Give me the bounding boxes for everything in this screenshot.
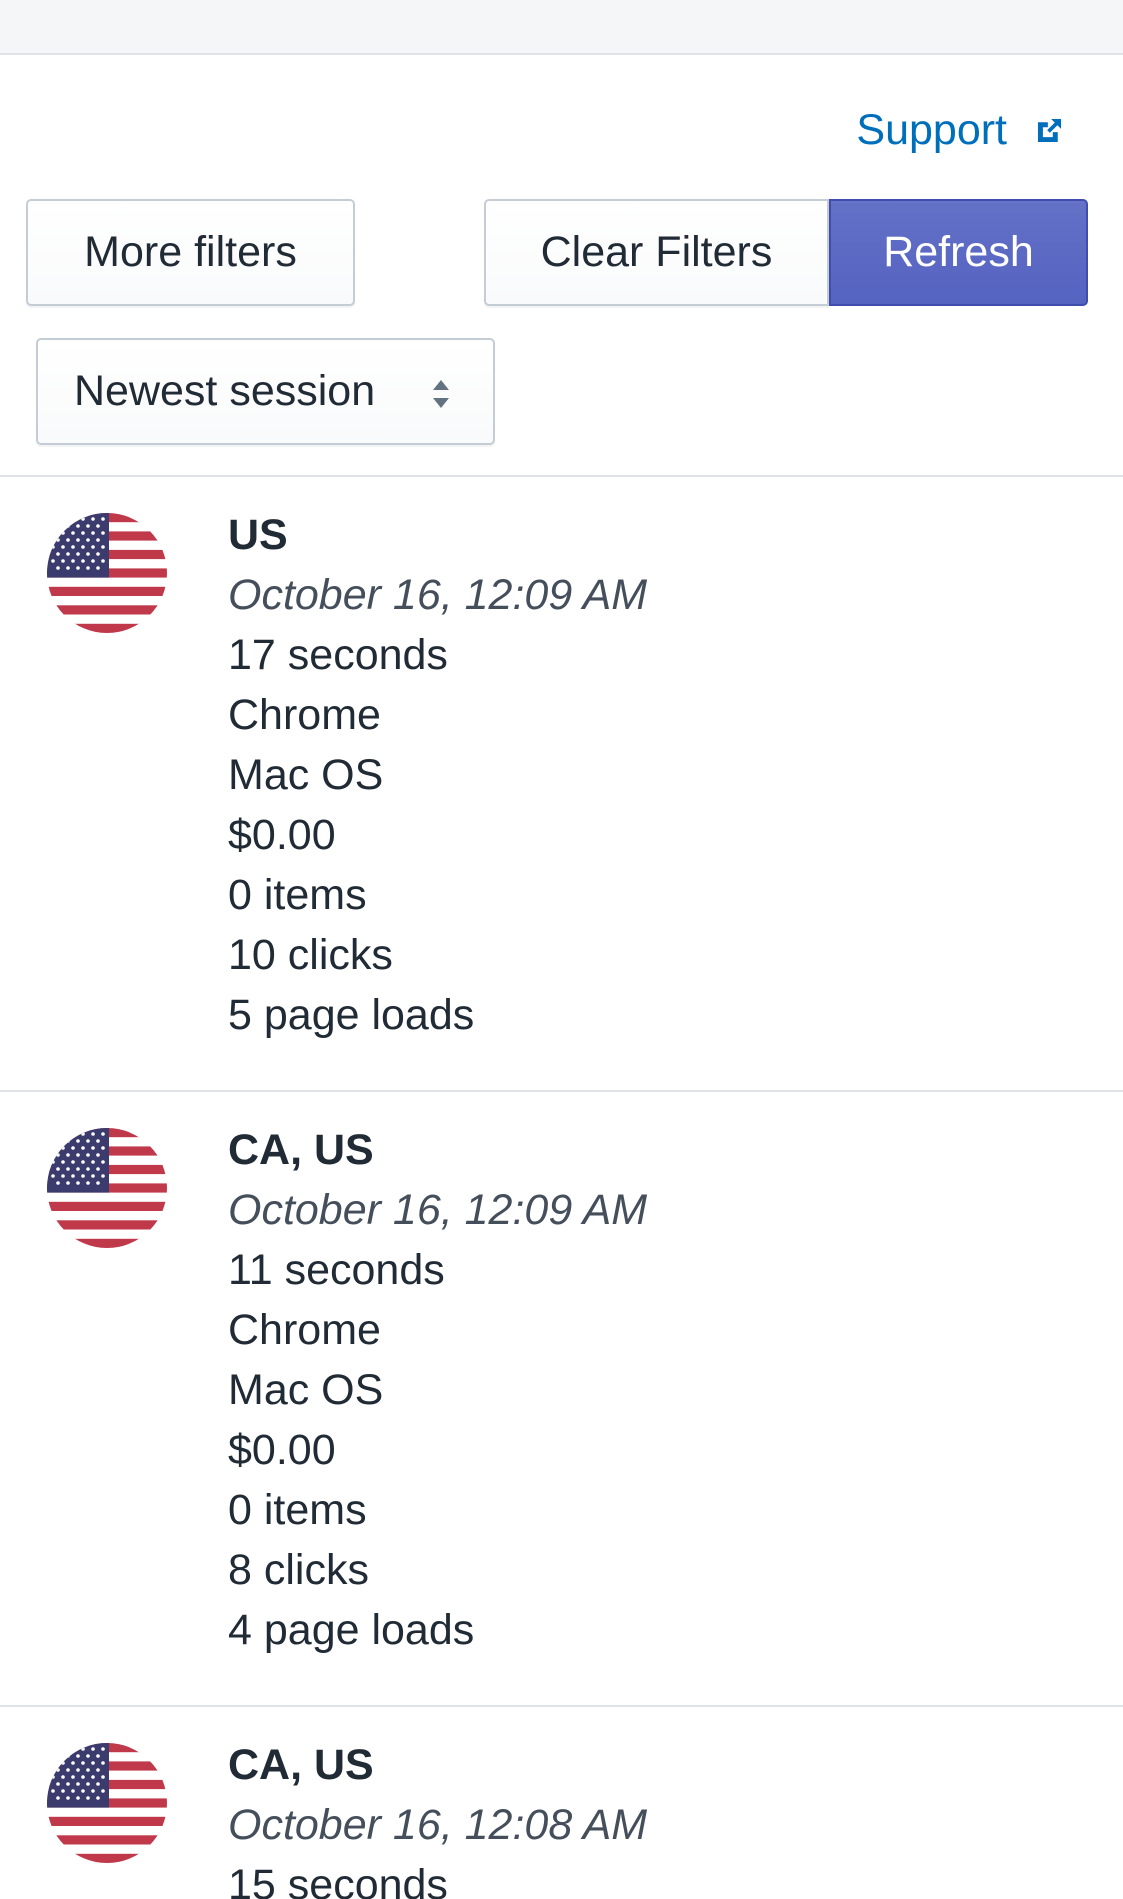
session-page-loads: 4 page loads	[228, 1606, 475, 1654]
session-timestamp: October 16, 12:09 AM	[228, 571, 648, 619]
refresh-button[interactable]: Refresh	[829, 199, 1088, 306]
session-row[interactable]: CA, US October 16, 12:09 AM 11 seconds C…	[0, 1092, 1123, 1705]
support-label: Support	[856, 106, 1007, 154]
session-browser: Chrome	[228, 1306, 381, 1354]
sort-select[interactable]: Newest session	[36, 338, 495, 445]
session-page-loads: 5 page loads	[228, 991, 475, 1039]
external-link-icon	[1037, 118, 1062, 143]
session-browser: Chrome	[228, 691, 381, 739]
session-clicks: 10 clicks	[228, 931, 393, 979]
us-flag-icon	[47, 513, 167, 633]
session-duration: 15 seconds	[228, 1861, 448, 1899]
session-duration: 17 seconds	[228, 631, 448, 679]
session-location: CA, US	[228, 1126, 374, 1174]
more-filters-button[interactable]: More filters	[26, 199, 355, 306]
filter-action-group: Clear Filters Refresh	[484, 199, 1088, 306]
session-items: 0 items	[228, 1486, 367, 1534]
session-location: CA, US	[228, 1741, 374, 1789]
session-os: Mac OS	[228, 751, 384, 799]
session-details: CA, US October 16, 12:09 AM 11 seconds C…	[228, 1120, 647, 1660]
session-items: 0 items	[228, 871, 367, 919]
session-row[interactable]: CA, US October 16, 12:08 AM 15 seconds	[0, 1707, 1123, 1899]
us-flag-icon	[47, 1743, 167, 1863]
session-value: $0.00	[228, 1426, 336, 1474]
session-location: US	[228, 511, 288, 559]
session-row[interactable]: US October 16, 12:09 AM 17 seconds Chrom…	[0, 477, 1123, 1090]
select-arrows-icon	[433, 380, 449, 408]
top-bar	[0, 0, 1123, 55]
session-details: US October 16, 12:09 AM 17 seconds Chrom…	[228, 505, 647, 1045]
session-value: $0.00	[228, 811, 336, 859]
session-os: Mac OS	[228, 1366, 384, 1414]
sort-selected-value: Newest session	[74, 367, 376, 415]
session-clicks: 8 clicks	[228, 1546, 369, 1594]
session-timestamp: October 16, 12:08 AM	[228, 1801, 648, 1849]
session-timestamp: October 16, 12:09 AM	[228, 1186, 648, 1234]
clear-filters-button[interactable]: Clear Filters	[484, 199, 829, 306]
session-details: CA, US October 16, 12:08 AM 15 seconds	[228, 1735, 647, 1899]
us-flag-icon	[47, 1128, 167, 1248]
support-link[interactable]: Support	[856, 106, 1066, 155]
session-duration: 11 seconds	[228, 1246, 445, 1294]
